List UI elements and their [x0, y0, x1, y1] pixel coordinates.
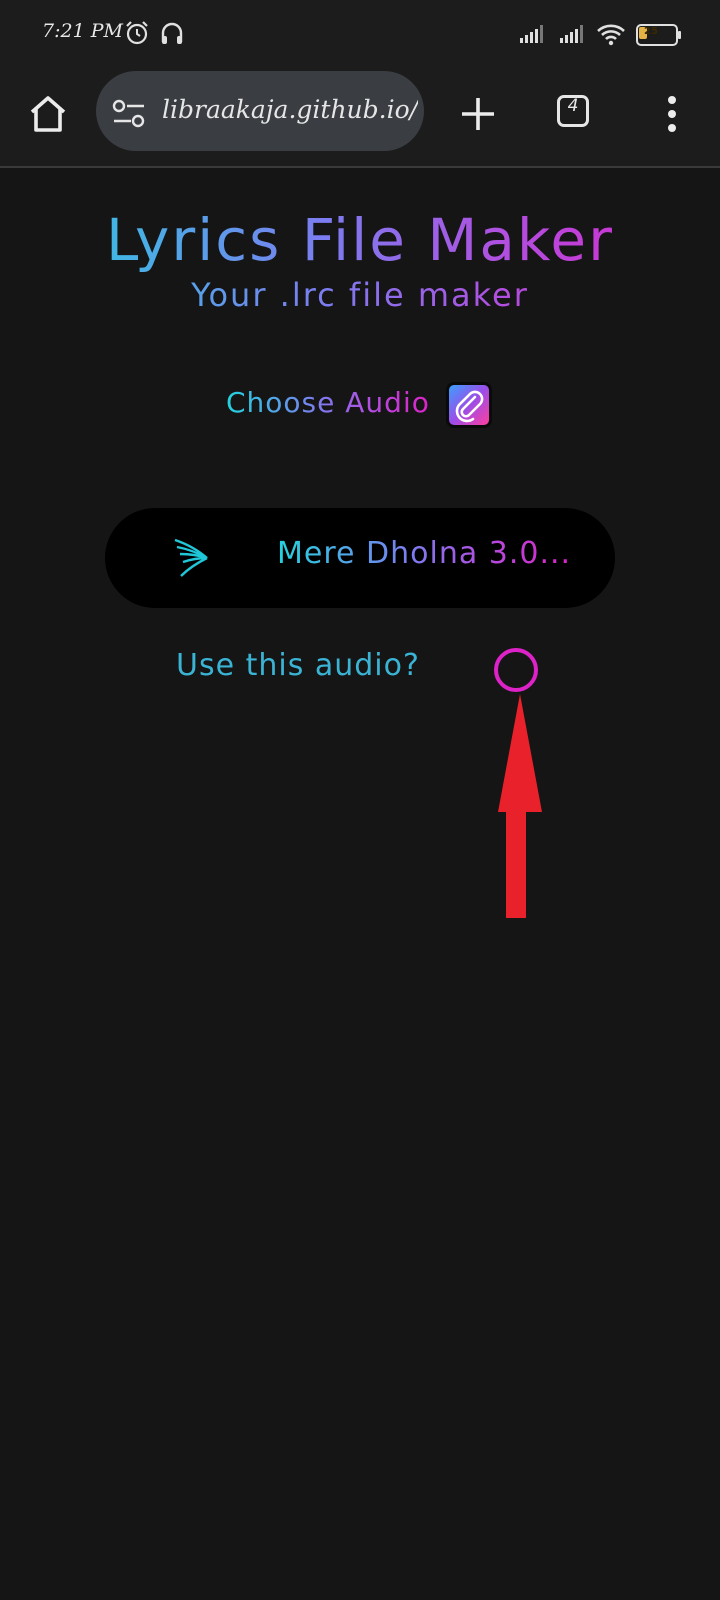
tabs-button[interactable]: 4	[552, 90, 600, 138]
battery-level: 25	[644, 26, 658, 37]
browser-toolbar: libraakaja.github.io/ 4	[0, 68, 720, 168]
use-audio-label: Use this audio?	[176, 648, 420, 683]
signal-icon	[520, 24, 550, 48]
music-wave-icon	[173, 538, 211, 582]
paperclip-icon	[455, 390, 484, 423]
plus-icon	[462, 98, 494, 130]
app-subtitle: Your .lrc file maker	[0, 276, 720, 314]
home-icon	[30, 96, 66, 132]
status-bar: 7:21 PM 25	[0, 0, 720, 68]
more-menu-button[interactable]	[654, 90, 690, 138]
app-title: Lyrics File Maker	[0, 206, 720, 274]
url-text: libraakaja.github.io/	[162, 95, 418, 124]
url-bar[interactable]: libraakaja.github.io/	[96, 71, 424, 151]
status-time: 7:21 PM	[42, 20, 123, 42]
new-tab-button[interactable]	[454, 90, 502, 138]
tab-count: 4	[567, 96, 579, 116]
audio-file-name: Mere Dholna 3.0...	[277, 536, 572, 571]
wifi-icon	[596, 22, 626, 50]
red-arrow-annotation	[498, 694, 542, 918]
attach-audio-button[interactable]	[446, 382, 492, 428]
battery-icon: 25	[636, 24, 681, 46]
more-vert-icon	[668, 96, 676, 132]
alarm-icon	[124, 20, 150, 50]
use-audio-radio[interactable]	[494, 648, 538, 692]
headphones-icon	[160, 20, 184, 50]
signal-icon	[560, 24, 590, 48]
home-button[interactable]	[24, 90, 72, 138]
selected-audio-card[interactable]: Mere Dholna 3.0...	[105, 508, 615, 608]
choose-audio-label[interactable]: Choose Audio	[226, 386, 430, 419]
site-settings-icon[interactable]	[112, 99, 146, 133]
